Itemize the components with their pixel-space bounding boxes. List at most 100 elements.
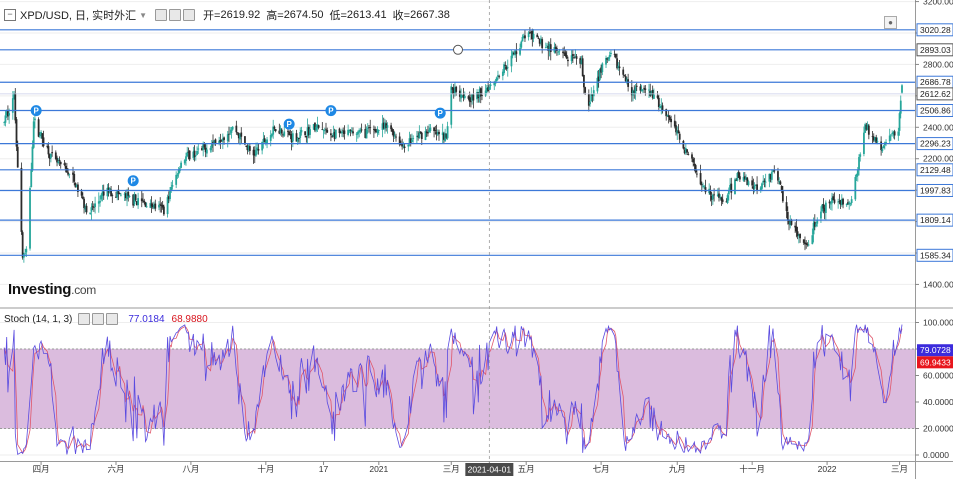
candle-body	[300, 130, 303, 133]
p-marker-label[interactable]: P	[286, 120, 292, 129]
line-handle[interactable]	[453, 44, 463, 55]
candle-body	[145, 206, 148, 208]
stoch-label[interactable]: Stoch (14, 1, 3)	[4, 314, 72, 325]
candle-body	[520, 41, 523, 48]
candle-body	[730, 183, 733, 193]
candle-body	[158, 204, 160, 208]
candle-body	[407, 144, 410, 147]
candle-body	[583, 75, 585, 88]
candle-body	[901, 85, 903, 93]
p-marker-label[interactable]: P	[438, 109, 444, 118]
candle-body	[369, 127, 372, 129]
candle-body	[711, 194, 714, 200]
candle-body	[849, 203, 852, 205]
candle-body	[197, 148, 200, 150]
candle-body	[856, 170, 859, 176]
candle-body	[4, 115, 7, 123]
chart-canvas[interactable]: 3200.003000.002800.002600.002400.002200.…	[0, 0, 953, 479]
symbol-title[interactable]: XPD/USD, 日, 实时外汇	[20, 7, 136, 23]
candle-body	[781, 190, 784, 202]
candle-body	[608, 55, 611, 58]
candle-body	[80, 191, 83, 196]
candle-body	[411, 139, 413, 143]
candle-body	[255, 149, 257, 156]
candle-body	[644, 88, 647, 90]
candle-body	[81, 196, 84, 199]
collapse-icon[interactable]: −	[4, 9, 16, 21]
candle-body	[751, 180, 754, 186]
candle-body	[248, 146, 251, 151]
stoch-tick-label: 100.0000	[923, 318, 953, 328]
candle-body	[777, 171, 779, 181]
candle-body	[185, 156, 187, 162]
candle-body	[694, 165, 697, 173]
candle-body	[802, 239, 805, 243]
candle-body	[893, 131, 896, 136]
candle-body	[47, 146, 50, 155]
candle-body	[323, 130, 326, 132]
candle-body	[194, 155, 197, 157]
eye-icon[interactable]: ●	[884, 16, 897, 29]
stoch-close-icon[interactable]	[106, 313, 119, 325]
candle-body	[726, 195, 729, 204]
candle-body	[450, 86, 453, 125]
time-tick-label: 2022	[818, 464, 837, 474]
candle-body	[8, 113, 11, 116]
candle-body	[670, 118, 673, 123]
stoch-settings-icon[interactable]	[92, 313, 105, 325]
candle-body	[871, 136, 874, 137]
investing-logo: Investing.com	[8, 281, 96, 298]
candle-body	[634, 87, 637, 94]
stoch-visibility-icon[interactable]	[78, 313, 91, 325]
candle-body	[687, 153, 690, 155]
candle-body	[607, 57, 610, 60]
p-marker-label[interactable]: P	[33, 107, 39, 116]
p-marker-label[interactable]: P	[328, 107, 334, 116]
candle-body	[898, 113, 901, 131]
logo-name: Investing	[8, 281, 72, 298]
candle-body	[618, 66, 621, 69]
candle-body	[678, 133, 681, 140]
stoch-info-bar: Stoch (14, 1, 3) 77.0184 68.9880	[0, 313, 208, 325]
candle-body	[14, 93, 17, 121]
candle-body	[427, 131, 429, 134]
candle-body	[495, 77, 498, 82]
candle-body	[498, 76, 501, 78]
candle-body	[761, 183, 763, 189]
candle-body	[899, 100, 902, 114]
candle-body	[532, 33, 535, 39]
candle-body	[639, 86, 642, 91]
candle-body	[692, 158, 695, 163]
close-icon[interactable]	[183, 9, 196, 21]
candle-body	[63, 163, 66, 165]
candle-body	[796, 231, 799, 237]
candle-body	[567, 59, 569, 62]
p-marker-label[interactable]: P	[131, 177, 137, 186]
settings-icon[interactable]	[169, 9, 182, 21]
stoch-d-badge: 69.9433	[920, 357, 951, 367]
candle-body	[223, 137, 225, 140]
candle-body	[317, 125, 320, 128]
visibility-icon[interactable]	[155, 9, 168, 21]
candle-body	[235, 125, 238, 133]
candle-body	[291, 133, 294, 142]
candle-body	[420, 132, 423, 139]
candle-body	[799, 233, 801, 239]
stoch-k-badge: 79.0728	[920, 345, 951, 355]
candle-body	[807, 244, 810, 246]
candle-body	[822, 203, 825, 209]
candle-body	[166, 197, 169, 215]
candle-body	[622, 69, 625, 75]
stoch-d-value: 68.9880	[171, 313, 208, 325]
time-tick-label: 三月	[891, 464, 908, 474]
candle-body	[196, 151, 198, 155]
candle-body	[186, 152, 189, 157]
candle-body	[34, 118, 36, 121]
candle-body	[472, 94, 475, 101]
chevron-down-icon[interactable]: ▼	[139, 11, 147, 20]
candle-body	[360, 129, 363, 131]
logo-suffix: .com	[71, 283, 96, 297]
candle-body	[756, 184, 758, 191]
candle-body	[537, 38, 540, 39]
candle-body	[30, 169, 33, 187]
